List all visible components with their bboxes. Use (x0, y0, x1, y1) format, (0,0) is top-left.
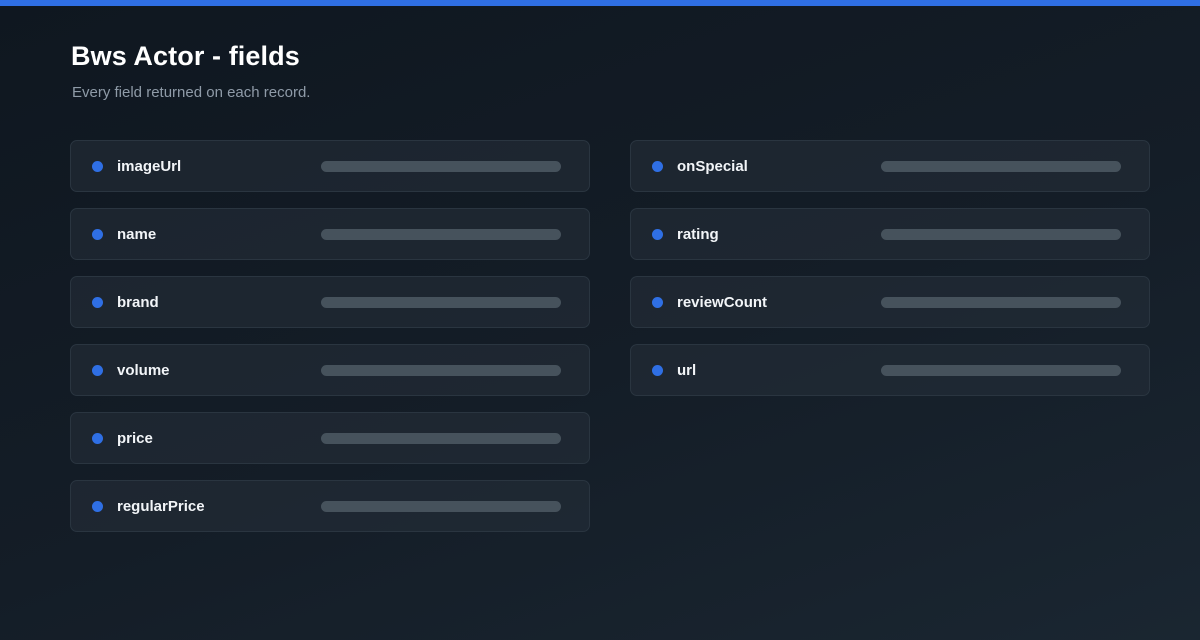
value-placeholder-bar (321, 161, 561, 172)
value-placeholder-bar (321, 297, 561, 308)
page-subtitle: Every field returned on each record. (72, 84, 311, 101)
field-card-name: name (70, 208, 590, 260)
field-name: reviewCount (677, 294, 768, 311)
bullet-dot-icon (92, 229, 103, 240)
field-name: rating (677, 226, 719, 243)
field-name: regularPrice (117, 498, 205, 515)
bullet-dot-icon (652, 229, 663, 240)
value-placeholder-bar (321, 501, 561, 512)
value-placeholder-bar (881, 365, 1121, 376)
fields-column-right: onSpecial rating reviewCount url (630, 140, 1150, 412)
field-card-url: url (630, 344, 1150, 396)
field-card-brand: brand (70, 276, 590, 328)
bullet-dot-icon (92, 297, 103, 308)
field-card-rating: rating (630, 208, 1150, 260)
page-title: Bws Actor - fields (71, 41, 300, 71)
field-name: imageUrl (117, 158, 182, 175)
value-placeholder-bar (881, 161, 1121, 172)
bullet-dot-icon (92, 501, 103, 512)
field-name: price (117, 430, 153, 447)
field-name: name (117, 226, 157, 243)
fields-column-left: imageUrl name brand volume price regular… (70, 140, 590, 548)
value-placeholder-bar (881, 229, 1121, 240)
field-card-reviewCount: reviewCount (630, 276, 1150, 328)
bullet-dot-icon (92, 433, 103, 444)
top-accent-bar (0, 0, 1200, 6)
value-placeholder-bar (321, 229, 561, 240)
value-placeholder-bar (321, 365, 561, 376)
bullet-dot-icon (92, 365, 103, 376)
value-placeholder-bar (321, 433, 561, 444)
field-name: brand (117, 294, 159, 311)
field-card-volume: volume (70, 344, 590, 396)
value-placeholder-bar (881, 297, 1121, 308)
field-name: onSpecial (677, 158, 748, 175)
bullet-dot-icon (652, 161, 663, 172)
field-name: volume (117, 362, 170, 379)
field-card-onSpecial: onSpecial (630, 140, 1150, 192)
bullet-dot-icon (652, 365, 663, 376)
field-card-imageUrl: imageUrl (70, 140, 590, 192)
bullet-dot-icon (92, 161, 103, 172)
field-name: url (677, 362, 697, 379)
field-card-regularPrice: regularPrice (70, 480, 590, 532)
field-card-price: price (70, 412, 590, 464)
bullet-dot-icon (652, 297, 663, 308)
